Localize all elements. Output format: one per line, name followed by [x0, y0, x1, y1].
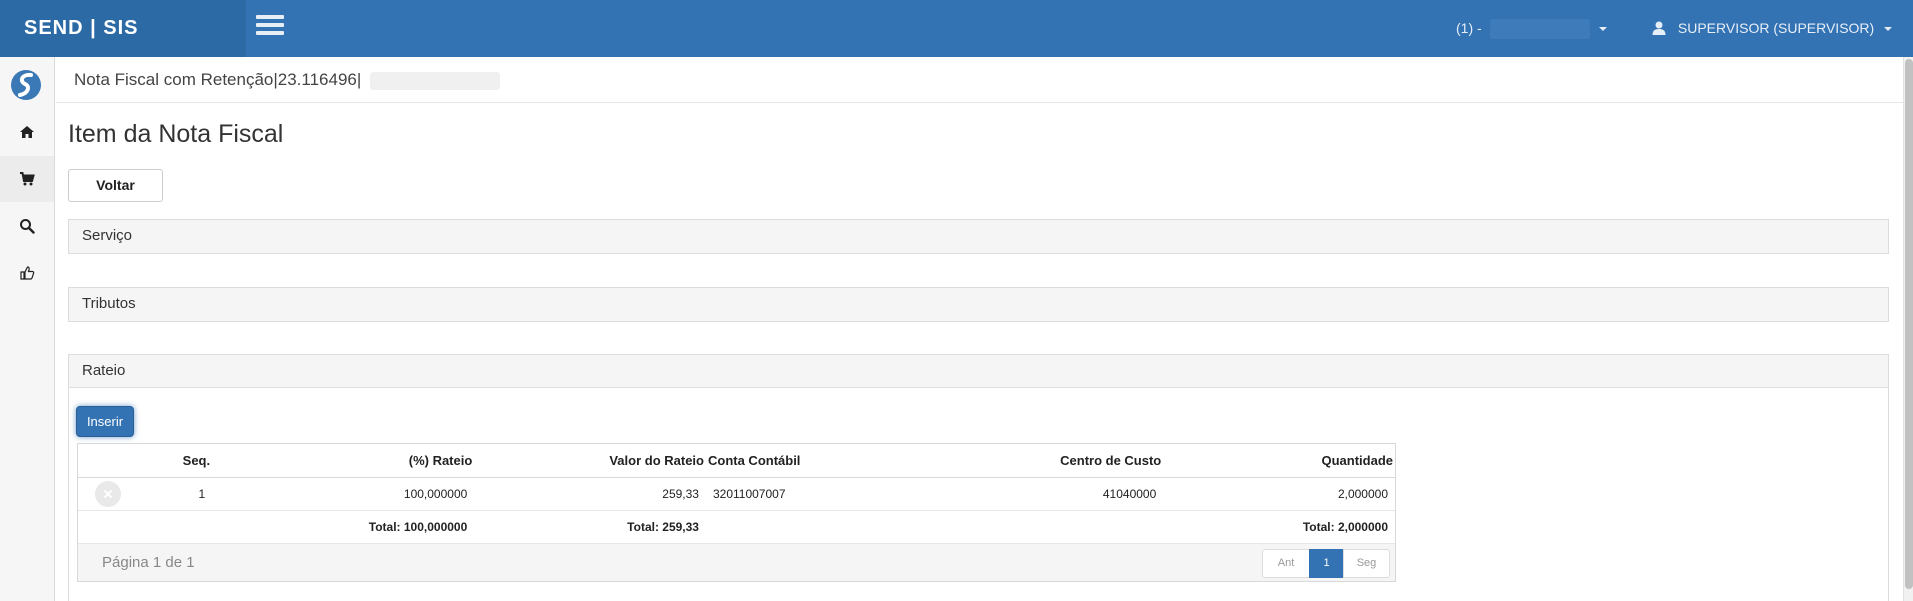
panel-rateio: Rateio Inserir Seq. (%) Rateio Valor do …	[68, 354, 1889, 601]
home-icon	[20, 126, 34, 138]
breadcrumb-text: Nota Fiscal com Retenção|23.116496|	[74, 70, 362, 89]
total-quantidade: Total: 2,000000	[1163, 510, 1395, 544]
cell-quantidade: 2,000000	[1163, 477, 1395, 511]
redacted-company-name	[1489, 19, 1590, 40]
shopping-cart-icon	[20, 172, 35, 186]
company-label: (1) -	[1456, 20, 1482, 36]
user-menu[interactable]: SUPERVISOR (SUPERVISOR)	[1652, 0, 1893, 57]
col-quantidade[interactable]: Quantidade	[1163, 444, 1395, 478]
page-info: Página 1 de 1	[102, 553, 195, 571]
col-seq[interactable]: Seq.	[138, 444, 213, 478]
sidebar	[0, 57, 55, 601]
rateio-grid: Seq. (%) Rateio Valor do Rateio Conta Co…	[77, 443, 1396, 582]
col-rateio[interactable]: (%) Rateio	[212, 444, 475, 478]
page-buttons: Ant 1 Seg	[1262, 548, 1390, 578]
cell-seq: 1	[138, 477, 213, 511]
panel-rateio-heading[interactable]: Rateio	[69, 355, 1888, 388]
scrollbar-thumb[interactable]	[1905, 59, 1913, 589]
sidebar-item-home[interactable]	[0, 109, 54, 155]
app-logo[interactable]	[10, 69, 42, 101]
app-brand[interactable]: SEND | SIS	[0, 0, 246, 57]
total-valor: Total: 259,33	[474, 510, 706, 544]
insert-button[interactable]: Inserir	[76, 406, 134, 437]
user-icon	[1652, 21, 1666, 35]
col-valor[interactable]: Valor do Rateio	[474, 444, 706, 478]
thumbs-up-icon	[20, 266, 35, 280]
panel-tributos: Tributos	[68, 287, 1889, 322]
sidebar-item-search[interactable]	[0, 203, 54, 249]
col-conta[interactable]: Conta Contábil	[705, 444, 889, 478]
table-header-row: Seq. (%) Rateio Valor do Rateio Conta Co…	[78, 444, 1395, 478]
company-selector[interactable]: (1) -	[1456, 0, 1608, 57]
back-button[interactable]: Voltar	[68, 169, 163, 202]
cell-conta: 32011007007	[705, 477, 889, 511]
sidebar-item-cart[interactable]	[0, 156, 54, 202]
redacted-supplier	[370, 71, 501, 90]
total-rateio: Total: 100,000000	[212, 510, 475, 544]
panel-tributos-heading[interactable]: Tributos	[69, 288, 1888, 321]
panel-servico-heading[interactable]: Serviço	[69, 220, 1888, 253]
chevron-down-icon	[1599, 27, 1608, 32]
cell-centro: 41040000	[888, 477, 1164, 511]
menu-toggle-icon[interactable]	[256, 15, 286, 37]
cell-rateio: 100,000000	[212, 477, 475, 511]
page-1-button[interactable]: 1	[1309, 548, 1344, 578]
totals-row: Total: 100,000000 Total: 259,33 Total: 2…	[78, 510, 1395, 544]
pagination: Página 1 de 1 Ant 1 Seg	[78, 543, 1395, 581]
search-icon	[20, 219, 35, 234]
col-actions	[78, 444, 139, 478]
vertical-scrollbar[interactable]	[1903, 57, 1913, 601]
col-centro[interactable]: Centro de Custo	[888, 444, 1164, 478]
chevron-down-icon	[1884, 27, 1893, 32]
panel-servico: Serviço	[68, 219, 1889, 254]
table-row[interactable]: 1 100,000000 259,33 32011007007 41040000…	[78, 477, 1395, 511]
page-title: Item da Nota Fiscal	[68, 120, 284, 148]
next-page-button[interactable]: Seg	[1343, 548, 1390, 578]
cell-valor: 259,33	[474, 477, 706, 511]
delete-icon[interactable]	[95, 480, 122, 507]
prev-page-button[interactable]: Ant	[1262, 548, 1310, 578]
top-navbar: SEND | SIS (1) - SUPERVISOR (SUPERVISOR)	[0, 0, 1913, 57]
user-label: SUPERVISOR (SUPERVISOR)	[1677, 20, 1875, 36]
breadcrumb: Nota Fiscal com Retenção|23.116496|	[56, 57, 1903, 103]
sidebar-item-thumbs-up[interactable]	[0, 250, 54, 296]
